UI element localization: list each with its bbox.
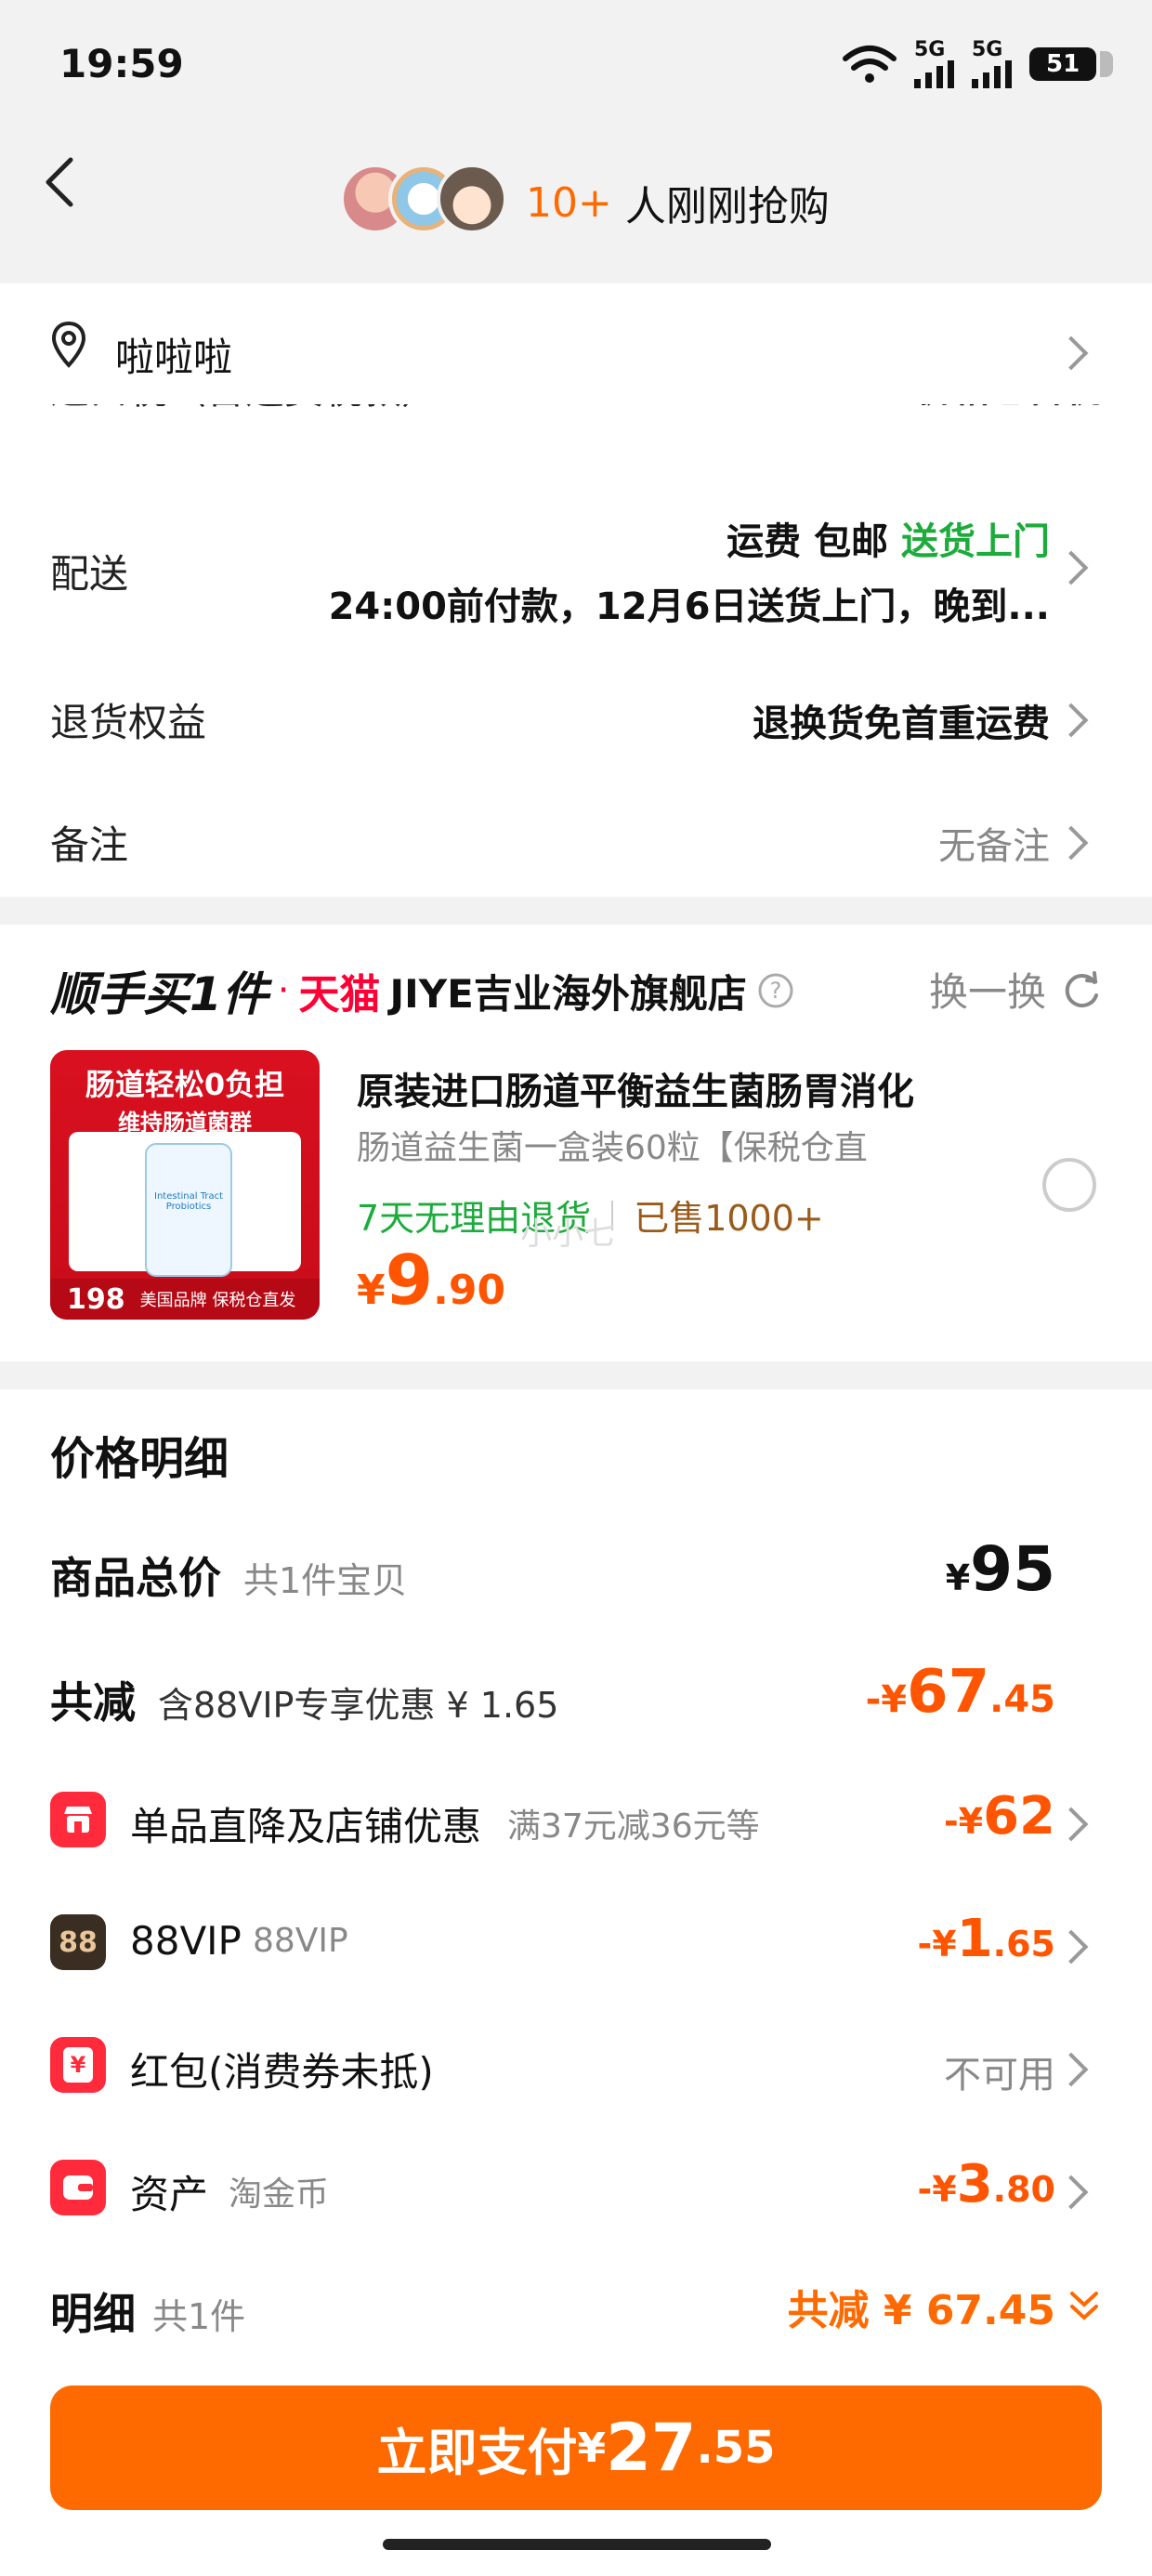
- price-detail-title: 价格明细: [50, 1433, 229, 1485]
- chevron-right-icon: [1054, 2175, 1089, 2210]
- reduce-value: -¥ 67 .45: [865, 1658, 1055, 1727]
- chevron-right-icon: [1054, 550, 1089, 585]
- note-row[interactable]: 备注 无备注: [0, 801, 1152, 894]
- delivery-detail: 24:00前付款，12月6日送货上门，晚到...: [328, 585, 1050, 628]
- avatar: [437, 164, 507, 234]
- tmall-logo: 天猫: [298, 971, 381, 1019]
- discount-item-assets[interactable]: 资产 淘金币 -¥ 3 .80: [0, 2150, 1152, 2253]
- product-image[interactable]: 肠道轻松0负担 维持肠道菌群 Intestinal Tract Probioti…: [50, 1050, 320, 1320]
- signal-bars-icon: [914, 60, 954, 88]
- shop-name: JIYE吉业海外旗舰店: [389, 970, 747, 1017]
- addon-title: 顺手买1件: [50, 967, 268, 1021]
- vip88-icon: 88: [50, 1914, 106, 1970]
- addon-header: 顺手买1件 · 天猫 JIYE吉业海外旗舰店 ?: [50, 957, 795, 1024]
- product-subtitle: 肠道益生菌一盒装60粒【保税仓直: [357, 1129, 868, 1167]
- chevron-right-icon: [1054, 825, 1089, 861]
- delivery-fee: 运费 包邮 送货上门: [727, 520, 1050, 563]
- delivery-row[interactable]: 配送 运费 包邮 送货上门 24:00前付款，12月6日送货上门，晚到...: [0, 493, 1152, 641]
- note-value: 无备注: [938, 825, 1050, 868]
- store-icon: [50, 1792, 106, 1847]
- chevron-right-icon: [1054, 335, 1089, 371]
- discount-item-red-packet[interactable]: ¥ 红包(消费券未抵) 不可用: [0, 2028, 1152, 2130]
- battery-icon: 51: [1029, 47, 1113, 81]
- home-indicator[interactable]: [383, 2539, 771, 2550]
- watermark: 小小七: [520, 1216, 615, 1253]
- returns-row[interactable]: 退货权益 退换货免首重运费: [0, 678, 1152, 771]
- buyer-avatars: [340, 164, 507, 234]
- signal-bars-icon: [972, 60, 1012, 88]
- status-time: 19:59: [59, 41, 184, 86]
- refresh-icon: [1065, 970, 1098, 1007]
- wifi-icon: [843, 46, 897, 83]
- chevron-right-icon: [1054, 2052, 1089, 2087]
- chevron-right-icon: [1054, 1929, 1089, 1965]
- chevron-right-icon: [1054, 1807, 1089, 1842]
- bottle-icon: Intestinal Tract Probiotics: [145, 1143, 232, 1277]
- refresh-button[interactable]: 换一换: [929, 961, 1102, 1018]
- returns-value: 退换货免首重运费: [753, 703, 1050, 745]
- back-arrow-icon[interactable]: [41, 154, 78, 210]
- coin-icon: [50, 2160, 106, 2215]
- product-price: ¥ 9 .90: [357, 1241, 506, 1321]
- total-row: 商品总价 共1件宝贝: [50, 1553, 408, 1603]
- discount-item-store[interactable]: 单品直降及店铺优惠 满37元减36元等 -¥ 62: [0, 1782, 1152, 1885]
- select-addon-radio[interactable]: [1042, 1158, 1096, 1212]
- svg-text:?: ?: [770, 978, 782, 1004]
- reduce-row: 共减 含88VIP专享优惠 ¥ 1.65: [50, 1677, 559, 1728]
- address-name: 啦啦啦: [115, 335, 233, 380]
- returns-label: 退货权益: [50, 700, 207, 745]
- address-row[interactable]: 啦啦啦: [0, 283, 1152, 404]
- detail-summary: 明细 共1件: [50, 2289, 246, 2339]
- detail-toggle[interactable]: 共减 ¥ 67.45: [788, 2277, 1102, 2336]
- delivery-label: 配送: [50, 551, 129, 597]
- double-chevron-down-icon: [1070, 2292, 1098, 2320]
- signal-2: 5G: [972, 40, 1013, 88]
- red-packet-icon: ¥: [50, 2037, 106, 2093]
- location-pin-icon: [51, 321, 86, 368]
- pay-now-button[interactable]: 立即支付 ¥ 27 .55: [50, 2385, 1102, 2510]
- total-value: ¥ 95: [945, 1533, 1055, 1605]
- note-label: 备注: [50, 822, 129, 868]
- signal-1: 5G: [914, 40, 955, 88]
- recent-buyers: 10+ 人刚刚抢购: [526, 178, 830, 231]
- status-icons: 5G 5G 51: [842, 40, 1113, 88]
- product-title[interactable]: 原装进口肠道平衡益生菌肠胃消化: [357, 1061, 914, 1115]
- chevron-right-icon: [1054, 703, 1089, 738]
- discount-item-88vip[interactable]: 88 88VIP 88VIP -¥ 1 .65: [0, 1905, 1152, 2007]
- help-circle-icon[interactable]: ?: [756, 971, 795, 1010]
